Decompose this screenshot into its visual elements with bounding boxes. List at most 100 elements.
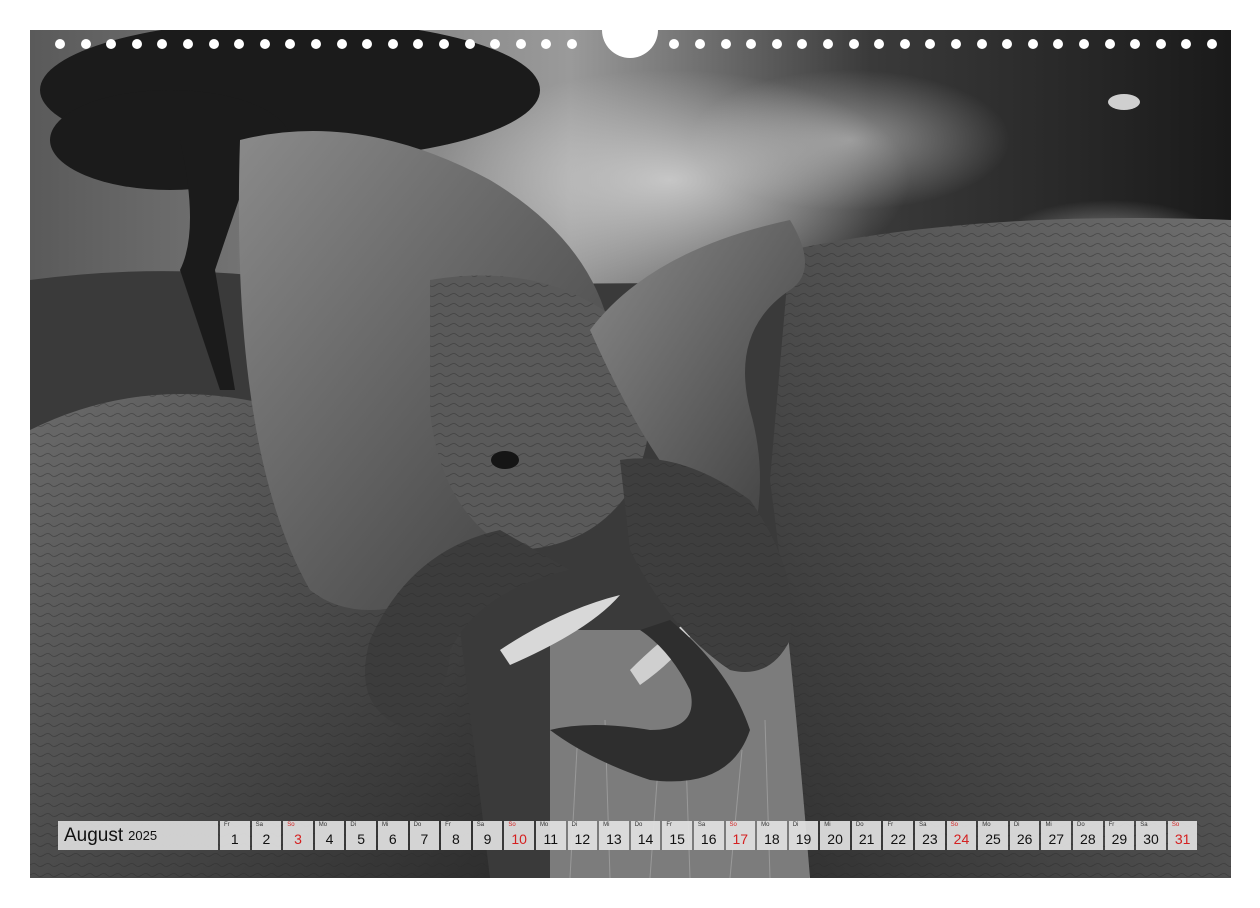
day-number: 9 <box>483 831 492 847</box>
day-cell: So 17 <box>725 821 756 850</box>
day-cell: So 24 <box>946 821 977 850</box>
day-number: 13 <box>606 831 622 847</box>
weekday-abbr: Mo <box>982 822 991 828</box>
day-number: 17 <box>732 831 749 847</box>
day-cell: Mi 6 <box>377 821 408 850</box>
weekday-abbr: Fr <box>666 822 672 828</box>
weekday-abbr: Mo <box>318 822 328 828</box>
binding-hole <box>1207 39 1217 49</box>
binding-hole <box>1155 39 1166 49</box>
binding-hole <box>515 39 526 49</box>
day-cell: Mi 13 <box>599 821 629 850</box>
binding-hole <box>208 39 219 49</box>
weekday-abbr: Mo <box>761 822 770 828</box>
day-cell: Fr 15 <box>662 821 692 850</box>
weekday-abbr: Do <box>413 822 422 828</box>
weekday-abbr: Mi <box>381 822 389 828</box>
day-number: 5 <box>357 831 366 847</box>
day-cell: Fr 29 <box>1104 821 1135 850</box>
binding-hole <box>1104 39 1115 49</box>
day-number: 26 <box>1016 831 1033 847</box>
binding-hole <box>464 39 475 49</box>
day-number: 27 <box>1048 831 1065 847</box>
day-cell: So 10 <box>504 821 534 850</box>
month-label: August 2025 <box>58 821 218 850</box>
day-cell: Do 7 <box>409 821 440 850</box>
month-year: 2025 <box>128 828 158 843</box>
day-number: 25 <box>985 831 1001 847</box>
day-number: 22 <box>890 831 907 847</box>
binding-hole <box>80 39 91 49</box>
binding-hole <box>1079 39 1089 49</box>
weekday-abbr: So <box>729 822 737 828</box>
day-cell: Mi 20 <box>820 821 850 850</box>
day-cell: Mi 27 <box>1041 821 1072 850</box>
day-cell: Di 5 <box>346 821 376 850</box>
day-cell: Mo 11 <box>535 821 566 850</box>
day-cell: Mo 4 <box>314 821 345 850</box>
binding-hole <box>259 39 270 49</box>
day-number: 29 <box>1111 831 1128 847</box>
day-number: 15 <box>669 831 685 847</box>
day-number: 14 <box>637 831 654 847</box>
binding-hole <box>976 39 987 49</box>
day-number: 24 <box>953 831 970 847</box>
weekday-abbr: Do <box>855 822 864 828</box>
calendar-page: August 2025 Fr 1 Sa 2 So 3 Mo 4 Di 5 Mi 6 Do 7 Fr 8 Sa 9 S… <box>0 0 1260 908</box>
binding-hole <box>55 39 65 49</box>
day-number: 19 <box>795 831 812 847</box>
binding-hole <box>131 39 142 49</box>
weekday-abbr: Fr <box>1108 822 1115 828</box>
day-cell: Fr 8 <box>441 821 471 850</box>
weekday-abbr: So <box>508 822 516 828</box>
binding-hole <box>439 39 449 49</box>
weekday-abbr: Sa <box>476 822 485 828</box>
day-number: 2 <box>262 831 271 847</box>
day-number: 28 <box>1080 831 1096 847</box>
weekday-abbr: Do <box>1077 822 1085 828</box>
day-cell: Fr 1 <box>220 821 250 850</box>
day-cell: Sa 30 <box>1136 821 1166 850</box>
binding-hole <box>899 39 910 49</box>
binding-hole <box>695 39 705 49</box>
day-number: 10 <box>511 831 527 847</box>
binding-hole <box>567 39 577 49</box>
weekday-abbr: Di <box>792 822 799 828</box>
binding-hole <box>848 39 859 49</box>
day-number: 20 <box>827 831 843 847</box>
day-number: 18 <box>764 831 780 847</box>
weekday-abbr: Mi <box>603 822 610 828</box>
weekday-abbr: Mo <box>539 822 549 828</box>
weekday-abbr: So <box>950 822 958 828</box>
weekday-abbr: Do <box>634 822 643 828</box>
month-name: August <box>64 824 124 846</box>
binding-hole <box>387 39 398 49</box>
day-cell: So 3 <box>283 821 313 850</box>
elephant-photo-drawing <box>30 30 1231 878</box>
binding-hole <box>336 39 347 49</box>
weekday-abbr: So <box>1171 822 1180 828</box>
binding-hole <box>311 39 321 49</box>
weekday-abbr: So <box>287 822 295 828</box>
day-cell: Sa 16 <box>693 821 724 850</box>
calendar-strip: August 2025 Fr 1 Sa 2 So 3 Mo 4 Di 5 Mi 6 Do 7 Fr 8 Sa 9 S… <box>58 821 1198 850</box>
weekday-abbr: Fr <box>887 822 894 828</box>
binding-hole <box>951 39 961 49</box>
elephant-photo <box>30 30 1231 878</box>
binding-hole <box>1027 39 1038 49</box>
day-cell: Di 26 <box>1009 821 1040 850</box>
day-cell: Sa 23 <box>915 821 945 850</box>
day-cell: Sa 2 <box>251 821 282 850</box>
binding-hole <box>183 39 193 49</box>
day-cell: Fr 22 <box>883 821 914 850</box>
day-cell: Do 28 <box>1073 821 1103 850</box>
day-number: 23 <box>922 831 938 847</box>
weekday-abbr: Fr <box>445 822 451 828</box>
day-number: 16 <box>700 831 717 847</box>
day-cell: Do 14 <box>630 821 661 850</box>
weekday-abbr: Sa <box>697 822 706 828</box>
day-number: 7 <box>420 831 429 847</box>
day-number: 4 <box>325 831 334 847</box>
weekday-abbr: Sa <box>255 822 263 828</box>
weekday-abbr: Sa <box>919 822 927 828</box>
